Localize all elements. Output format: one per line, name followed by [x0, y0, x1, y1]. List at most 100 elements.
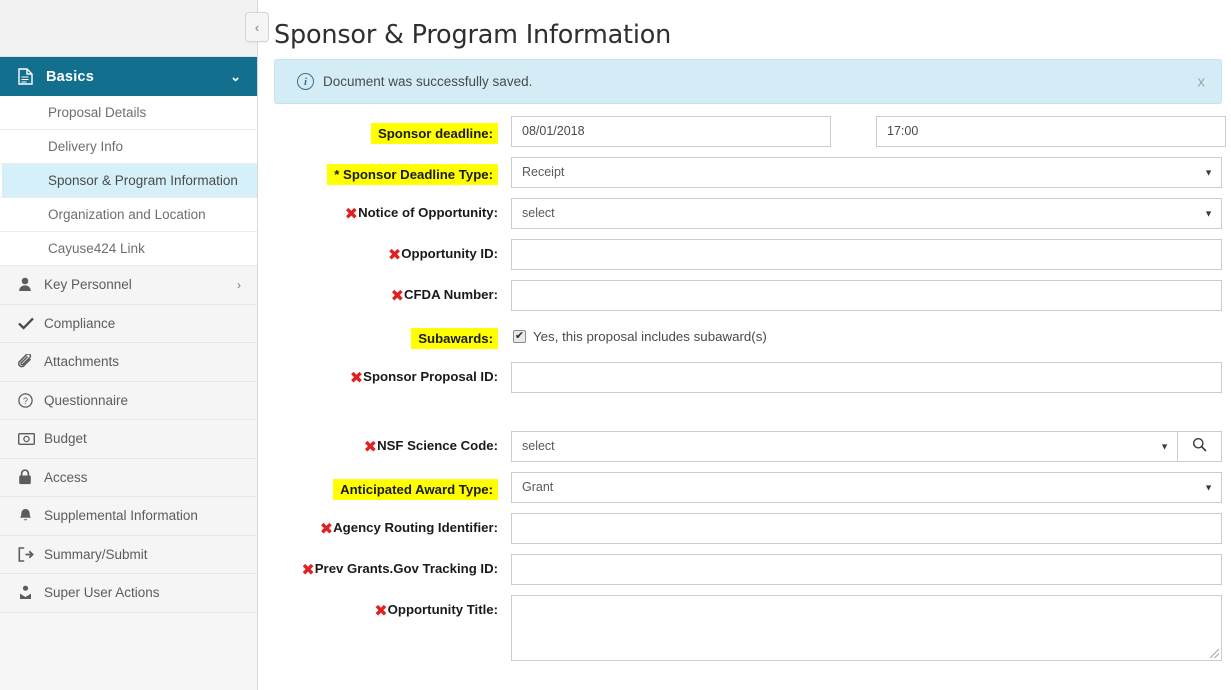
sidebar-item-access[interactable]: Access — [0, 458, 257, 497]
sidebar-item-label: Super User Actions — [44, 585, 160, 601]
sidebar-item-delivery-info[interactable]: Delivery Info — [0, 130, 257, 164]
label-sponsor-deadline-type: * Sponsor Deadline Type: — [258, 157, 498, 186]
error-x-icon: ✖ — [390, 286, 404, 305]
field-row-cfda-number: ✖ CFDA Number: — [258, 280, 1222, 311]
select-value: select — [522, 206, 555, 220]
error-x-icon: ✖ — [349, 368, 364, 387]
sponsor-deadline-date-input[interactable]: 08/01/2018 — [511, 116, 831, 147]
check-icon — [18, 317, 44, 330]
sidebar: ‹ Basics ⌄ Proposal Details Delivery Inf… — [0, 0, 269, 690]
field-row-nsf-science-code: ✖ NSF Science Code: select ▼ — [258, 431, 1222, 462]
sidebar-item-label: Questionnaire — [44, 392, 129, 408]
control-subawards: ✔ Yes, this proposal includes subaward(s… — [498, 321, 1222, 352]
sidebar-item-supplemental-information[interactable]: Supplemental Information — [0, 497, 257, 536]
notice-of-opportunity-select[interactable]: select ▼ — [511, 198, 1222, 229]
sidebar-item-label: Attachments — [44, 354, 120, 370]
sidebar-section-label: Basics — [46, 68, 94, 85]
sponsor-program-form: Sponsor deadline: 08/01/2018 17:00 * Spo… — [258, 104, 1231, 661]
sidebar-item-proposal-details[interactable]: Proposal Details — [0, 96, 257, 130]
sponsor-deadline-type-select[interactable]: Receipt ▼ — [511, 157, 1222, 188]
control-sponsor-proposal-id — [498, 362, 1222, 393]
sidebar-item-super-user-actions[interactable]: Super User Actions — [0, 574, 257, 613]
error-x-icon: ✖ — [374, 601, 388, 620]
sidebar-item-sponsor-program-information[interactable]: Sponsor & Program Information — [0, 164, 257, 198]
sidebar-item-questionnaire[interactable]: ? Questionnaire — [0, 381, 257, 420]
field-row-subawards: Subawards: ✔ Yes, this proposal includes… — [258, 321, 1222, 352]
control-cfda-number — [498, 280, 1222, 311]
anticipated-award-type-select[interactable]: Grant ▼ — [511, 472, 1222, 503]
form-section-spacer — [258, 403, 1222, 431]
sidebar-item-label: Budget — [44, 431, 87, 447]
cfda-number-input[interactable] — [511, 280, 1222, 311]
nsf-science-code-select[interactable]: select ▼ — [511, 431, 1178, 462]
sidebar-item-label: Access — [44, 469, 88, 485]
error-x-icon: ✖ — [363, 437, 378, 456]
main-content: Sponsor & Program Information i Document… — [258, 0, 1231, 690]
field-row-sponsor-deadline-type: * Sponsor Deadline Type: Receipt ▼ — [258, 157, 1222, 188]
chevron-down-icon: ▼ — [1204, 208, 1213, 218]
magnifier-icon — [1192, 437, 1207, 457]
resize-handle-icon[interactable] — [1208, 647, 1220, 659]
label-prev-grants-gov-tracking-id: ✖ Prev Grants.Gov Tracking ID: — [301, 560, 498, 579]
label-opportunity-title: ✖ Opportunity Title: — [374, 601, 498, 620]
close-icon[interactable]: x — [1198, 73, 1206, 90]
select-value: Receipt — [522, 165, 565, 179]
label-subawards: Subawards: — [258, 321, 498, 350]
label-anticipated-award-type: Anticipated Award Type: — [258, 472, 498, 501]
nsf-science-code-search-button[interactable] — [1178, 431, 1222, 462]
sidebar-item-label: Key Personnel — [44, 277, 132, 293]
label-nsf-science-code: ✖ NSF Science Code: — [363, 437, 498, 456]
super-user-icon — [18, 585, 44, 600]
subawards-checkbox-row[interactable]: ✔ Yes, this proposal includes subaward(s… — [511, 321, 767, 352]
chevron-down-icon: ▼ — [1204, 482, 1213, 492]
sidebar-item-summary-submit[interactable]: Summary/Submit — [0, 535, 257, 574]
subawards-checkbox-label: Yes, this proposal includes subaward(s) — [533, 329, 767, 344]
sponsor-deadline-date-wrap: 08/01/2018 — [511, 116, 831, 147]
sidebar-item-compliance[interactable]: Compliance — [0, 304, 257, 343]
prev-grants-gov-tracking-id-input[interactable] — [511, 554, 1222, 585]
subawards-checkbox[interactable]: ✔ — [513, 330, 526, 343]
sponsor-proposal-id-input[interactable] — [511, 362, 1222, 393]
control-prev-grants-gov-tracking-id — [498, 554, 1222, 585]
label-sponsor-proposal-id: ✖ Sponsor Proposal ID: — [349, 368, 498, 387]
chevron-right-icon: › — [237, 277, 241, 292]
label-sponsor-deadline: Sponsor deadline: — [258, 116, 498, 145]
sidebar-header: ‹ — [0, 0, 269, 57]
field-row-prev-grants-gov-tracking-id: ✖ Prev Grants.Gov Tracking ID: — [258, 554, 1222, 585]
sidebar-item-attachments[interactable]: Attachments — [0, 343, 257, 382]
sidebar-collapse-button[interactable]: ‹ — [245, 12, 269, 42]
label-cfda-number: ✖ CFDA Number: — [390, 286, 498, 305]
info-icon: i — [297, 73, 314, 90]
field-row-opportunity-id: ✖ Opportunity ID: — [258, 239, 1222, 270]
opportunity-title-textarea[interactable] — [511, 595, 1222, 661]
sidebar-item-budget[interactable]: Budget — [0, 420, 257, 459]
sponsor-deadline-time-input[interactable]: 17:00 — [876, 116, 1226, 147]
question-circle-icon: ? — [18, 393, 44, 408]
control-sponsor-deadline: 08/01/2018 17:00 — [498, 116, 1226, 147]
error-x-icon: ✖ — [301, 560, 315, 579]
select-value: Grant — [522, 480, 554, 494]
document-icon — [18, 68, 42, 85]
sponsor-deadline-time-wrap: 17:00 — [876, 116, 1226, 147]
control-anticipated-award-type: Grant ▼ — [498, 472, 1222, 503]
control-opportunity-title — [498, 595, 1222, 661]
control-agency-routing-identifier — [498, 513, 1222, 544]
field-row-agency-routing-identifier: ✖ Agency Routing Identifier: — [258, 513, 1222, 544]
chevron-down-icon: ▼ — [1204, 167, 1213, 177]
field-row-sponsor-deadline: Sponsor deadline: 08/01/2018 17:00 — [258, 116, 1226, 147]
sidebar-item-key-personnel[interactable]: Key Personnel › — [0, 266, 257, 305]
sidebar-item-cayuse424-link[interactable]: Cayuse424 Link — [0, 232, 257, 266]
app-root: ‹ Basics ⌄ Proposal Details Delivery Inf… — [0, 0, 1231, 690]
opportunity-id-input[interactable] — [511, 239, 1222, 270]
sidebar-item-organization-and-location[interactable]: Organization and Location — [0, 198, 257, 232]
label-notice-of-opportunity: ✖ Notice of Opportunity: — [344, 204, 498, 223]
submit-arrow-icon — [18, 546, 44, 562]
sidebar-section-basics[interactable]: Basics ⌄ — [0, 57, 257, 96]
money-icon — [18, 432, 44, 445]
alert-message: Document was successfully saved. — [323, 74, 533, 89]
svg-text:?: ? — [23, 396, 28, 406]
bell-icon — [18, 508, 44, 523]
label-opportunity-id: ✖ Opportunity ID: — [387, 245, 498, 264]
error-x-icon: ✖ — [344, 204, 359, 223]
agency-routing-identifier-input[interactable] — [511, 513, 1222, 544]
